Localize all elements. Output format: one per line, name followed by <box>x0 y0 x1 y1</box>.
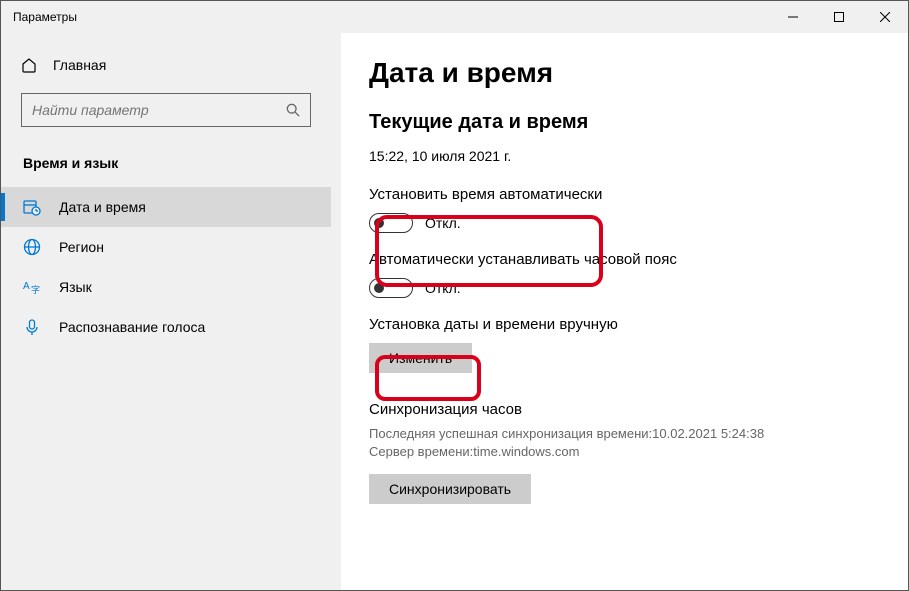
auto-time-state: Откл. <box>425 215 461 231</box>
sidebar-section: Время и язык <box>1 147 331 187</box>
sidebar: Главная Время и язык Дата и время Регион… <box>1 33 341 590</box>
titlebar: Параметры <box>1 1 908 33</box>
home-link[interactable]: Главная <box>1 49 331 81</box>
window-title: Параметры <box>13 10 770 24</box>
current-heading: Текущие дата и время <box>369 111 880 134</box>
calendar-clock-icon <box>23 198 41 216</box>
auto-tz-label: Автоматически устанавливать часовой пояс <box>369 251 880 268</box>
content-area: Дата и время Текущие дата и время 15:22,… <box>341 33 908 590</box>
home-icon <box>21 57 37 73</box>
sync-section: Синхронизация часов Последняя успешная с… <box>369 401 880 504</box>
language-icon: A字 <box>23 278 41 296</box>
auto-time-toggle-row: Откл. <box>369 213 880 233</box>
auto-tz-toggle[interactable] <box>369 278 413 298</box>
close-button[interactable] <box>862 1 908 33</box>
sidebar-item-label: Регион <box>59 239 104 255</box>
sidebar-item-region[interactable]: Регион <box>1 227 331 267</box>
home-label: Главная <box>53 57 106 73</box>
auto-time-label: Установить время автоматически <box>369 186 880 203</box>
sidebar-item-datetime[interactable]: Дата и время <box>1 187 331 227</box>
window-controls <box>770 1 908 33</box>
sync-last: Последняя успешная синхронизация времени… <box>369 426 880 441</box>
sidebar-item-label: Дата и время <box>59 199 146 215</box>
svg-text:字: 字 <box>31 284 40 295</box>
manual-set-label: Установка даты и времени вручную <box>369 316 880 333</box>
svg-text:A: A <box>23 281 30 292</box>
auto-tz-state: Откл. <box>425 280 461 296</box>
sync-button[interactable]: Синхронизировать <box>369 474 531 504</box>
sidebar-item-speech[interactable]: Распознавание голоса <box>1 307 331 347</box>
maximize-button[interactable] <box>816 1 862 33</box>
page-title: Дата и время <box>369 57 880 89</box>
auto-tz-toggle-row: Откл. <box>369 278 880 298</box>
search-input[interactable] <box>32 102 286 118</box>
search-icon <box>286 103 300 117</box>
sidebar-item-label: Язык <box>59 279 92 295</box>
current-datetime: 15:22, 10 июля 2021 г. <box>369 148 880 164</box>
change-button[interactable]: Изменить <box>369 343 472 373</box>
microphone-icon <box>23 318 41 336</box>
search-box[interactable] <box>21 93 311 127</box>
minimize-button[interactable] <box>770 1 816 33</box>
globe-icon <box>23 238 41 256</box>
main-container: Главная Время и язык Дата и время Регион… <box>1 33 908 590</box>
auto-time-toggle[interactable] <box>369 213 413 233</box>
sync-heading: Синхронизация часов <box>369 401 880 418</box>
sidebar-item-label: Распознавание голоса <box>59 319 205 335</box>
sidebar-item-language[interactable]: A字 Язык <box>1 267 331 307</box>
sync-server: Сервер времени:time.windows.com <box>369 444 880 459</box>
